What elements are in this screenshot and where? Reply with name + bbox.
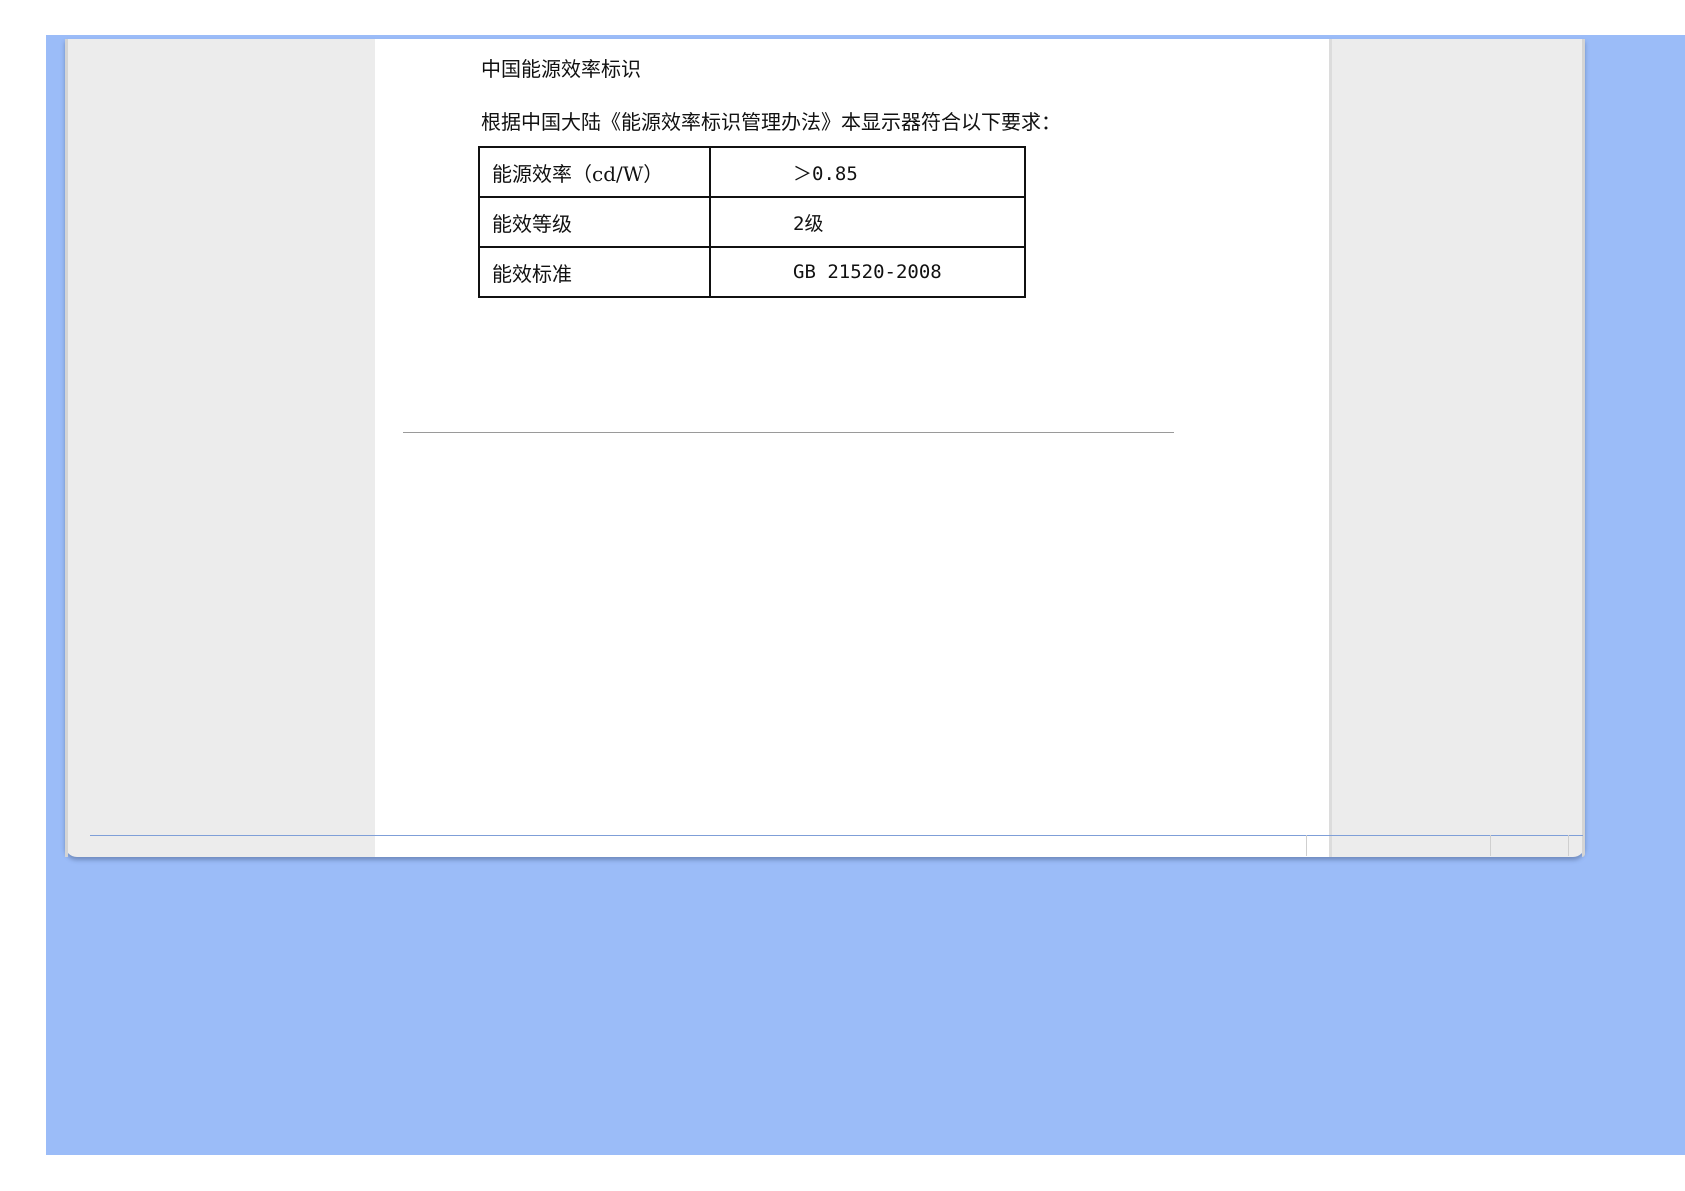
table-value-cell: GB 21520-2008 bbox=[709, 246, 1026, 298]
bottom-margin bbox=[0, 1155, 1685, 1191]
footer-rule bbox=[90, 835, 1583, 836]
intro-paragraph: 根据中国大陆《能源效率标识管理办法》本显示器符合以下要求： bbox=[481, 110, 1061, 134]
right-panel-separator bbox=[1329, 39, 1332, 857]
section-title: 中国能源效率标识 bbox=[481, 57, 641, 81]
table-label-cell: 能效等级 bbox=[478, 196, 711, 248]
footer-tick bbox=[1306, 835, 1307, 856]
table-row: 能效标准 GB 21520-2008 bbox=[478, 246, 1026, 298]
table-value-cell: ＞0.85 bbox=[709, 146, 1026, 198]
table-row: 能源效率（cd/W） ＞0.85 bbox=[478, 146, 1026, 198]
horizontal-divider bbox=[403, 432, 1174, 433]
energy-efficiency-table: 能源效率（cd/W） ＞0.85 能效等级 2级 能效标准 GB 21520-2… bbox=[478, 146, 1026, 298]
table-row: 能效等级 2级 bbox=[478, 196, 1026, 248]
table-label-cell: 能效标准 bbox=[478, 246, 711, 298]
table-label-cell: 能源效率（cd/W） bbox=[478, 146, 711, 198]
card-right-border bbox=[1582, 39, 1585, 857]
table-value-cell: 2级 bbox=[709, 196, 1026, 248]
footer-tick bbox=[1490, 835, 1491, 856]
card-left-border bbox=[65, 39, 68, 857]
footer-tick bbox=[1568, 835, 1569, 856]
